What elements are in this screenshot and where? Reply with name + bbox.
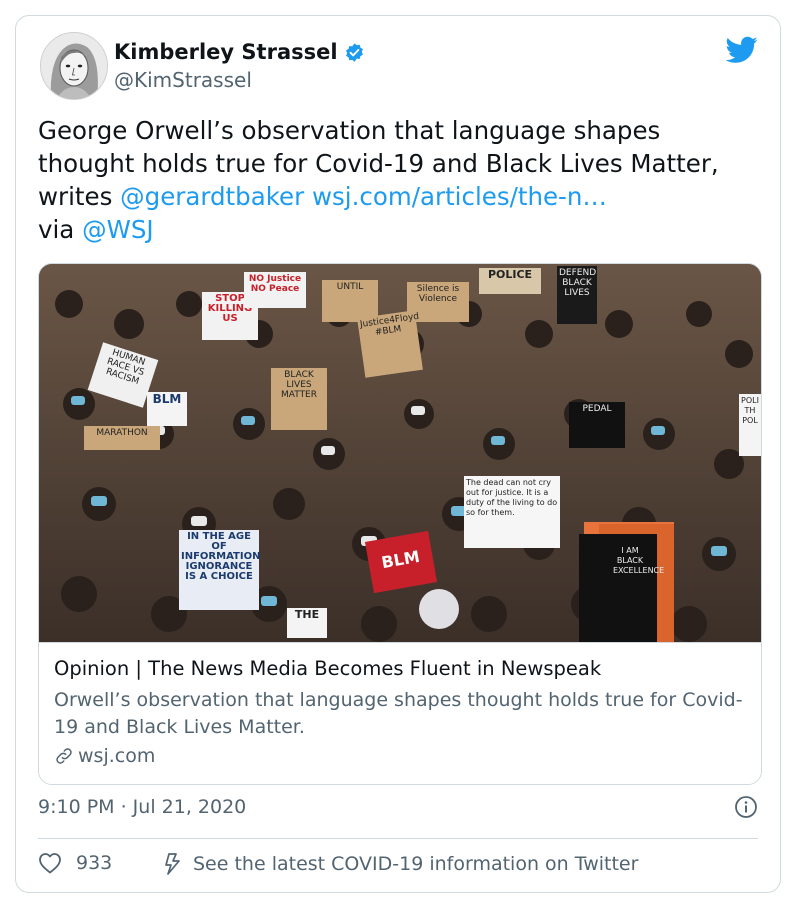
covid-info-text[interactable]: See the latest COVID-19 information on T… xyxy=(193,853,638,875)
link-preview-domain-text[interactable]: wsj.com xyxy=(78,745,155,767)
link-preview-card[interactable]: STOP KILLING US NO Justice NO Peace UNTI… xyxy=(38,263,762,785)
sign-black-excellence: I AM BLACK EXCELLENCE xyxy=(613,546,665,575)
heart-icon xyxy=(39,853,61,874)
mention-gerardtbaker-link[interactable]: @gerardtbaker xyxy=(120,182,304,211)
sign-dead-cannot-cry: The dead can not cry out for justice. It… xyxy=(464,476,560,548)
sign-pedal: PEDAL xyxy=(569,402,625,448)
sign-the: THE xyxy=(287,608,327,638)
action-divider xyxy=(38,838,758,839)
sign-defend: DEFEND BLACK LIVES xyxy=(557,266,597,324)
author-name[interactable]: Kimberley Strassel xyxy=(114,40,365,64)
avatar-portrait xyxy=(41,33,107,99)
info-icon[interactable] xyxy=(734,795,758,819)
covid-info-link[interactable]: See the latest COVID-19 information on T… xyxy=(161,852,638,876)
sign-blm-2: BLM xyxy=(364,530,438,594)
sign-police: POLICE xyxy=(479,268,541,294)
link-preview-title[interactable]: Opinion | The News Media Becomes Fluent … xyxy=(54,657,601,680)
sign-in-the-age: IN THE AGE OF INFORMATION IGNORANCE IS A… xyxy=(179,530,260,610)
article-url-link[interactable]: wsj.com/articles/the-n… xyxy=(312,182,607,211)
author-avatar[interactable] xyxy=(40,32,108,100)
link-preview-domain[interactable]: wsj.com xyxy=(54,745,155,767)
mention-wsj-link[interactable]: @WSJ xyxy=(82,215,154,244)
lightning-icon xyxy=(165,853,180,875)
protest-photo[interactable]: STOP KILLING US NO Justice NO Peace UNTI… xyxy=(39,264,761,642)
sign-blm-1: BLM xyxy=(147,392,187,426)
sign-poli: POLI TH POL xyxy=(739,394,761,456)
tweet-timestamp[interactable]: 9:10 PM · Jul 21, 2020 xyxy=(38,796,246,818)
twitter-bird-icon[interactable] xyxy=(726,36,758,64)
link-icon xyxy=(56,748,72,764)
sign-black-lives: BLACK LIVES MATTER xyxy=(271,368,327,430)
sign-marathon: MARATHON xyxy=(84,426,160,450)
like-count[interactable]: 933 xyxy=(76,852,112,874)
author-name-text[interactable]: Kimberley Strassel xyxy=(114,40,338,64)
like-button[interactable]: 933 xyxy=(38,852,112,874)
link-preview-description: Orwell’s observation that language shape… xyxy=(54,689,743,738)
tweet-text-via: via xyxy=(38,215,83,244)
sign-justice: Justice4Floyd #BLM xyxy=(357,310,423,378)
link-preview-caption[interactable]: Opinion | The News Media Becomes Fluent … xyxy=(39,642,761,784)
author-handle[interactable]: @KimStrassel xyxy=(114,68,252,92)
tweet-text: George Orwell’s observation that languag… xyxy=(38,114,763,246)
tweet-card: Kimberley Strassel @KimStrassel George O… xyxy=(15,15,781,893)
verified-badge-icon xyxy=(345,42,363,62)
sign-no-justice: NO Justice NO Peace xyxy=(244,272,306,308)
